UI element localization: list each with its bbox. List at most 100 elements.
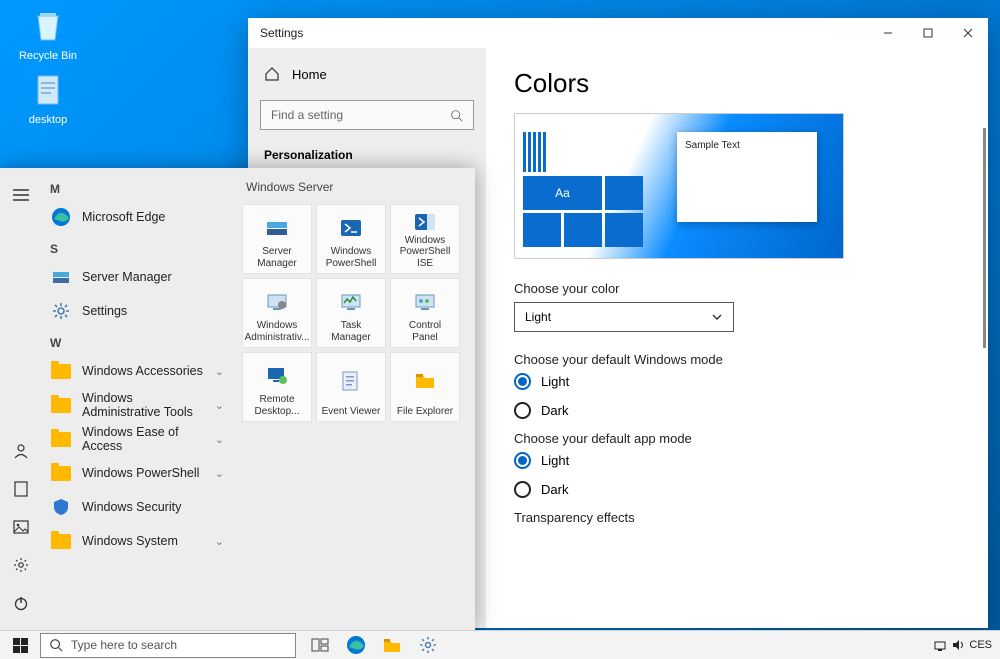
- sample-text: Sample Text: [685, 140, 740, 151]
- settings-content: Colors Aa Sample Text Choose your color …: [486, 48, 988, 628]
- gear-icon: [50, 300, 72, 322]
- start-rail: [0, 168, 42, 630]
- nav-home-label: Home: [292, 67, 327, 82]
- tile-label: Windows Administrativ...: [245, 320, 310, 343]
- start-app-list[interactable]: M Microsoft Edge S Server Manager Settin…: [42, 168, 232, 630]
- watermark-line2: Evaluation copy. Build 20298.fe: [833, 609, 986, 623]
- user-button[interactable]: [0, 432, 42, 470]
- hamburger-button[interactable]: [0, 176, 42, 214]
- color-preview: Aa Sample Text: [514, 113, 844, 259]
- letter-header[interactable]: S: [42, 234, 232, 260]
- windows-mode-label: Choose your default Windows mode: [514, 352, 960, 367]
- radio-label: Dark: [541, 482, 568, 497]
- windows-mode-light[interactable]: Light: [514, 373, 960, 390]
- chevron-down-icon: ⌄: [215, 365, 224, 378]
- close-button[interactable]: [948, 18, 988, 48]
- documents-button[interactable]: [0, 470, 42, 508]
- app-windows-ease[interactable]: Windows Ease of Access ⌄: [42, 422, 232, 456]
- window-title: Settings: [260, 26, 868, 40]
- radio-icon: [514, 481, 531, 498]
- tile-label: File Explorer: [397, 406, 453, 418]
- app-windows-system[interactable]: Windows System ⌄: [42, 524, 232, 558]
- settings-search[interactable]: Find a setting: [260, 100, 474, 130]
- tray-lang[interactable]: CES: [969, 639, 992, 651]
- app-windows-security[interactable]: Windows Security: [42, 490, 232, 524]
- app-label: Server Manager: [82, 270, 172, 284]
- home-icon: [264, 66, 280, 82]
- app-mode-light[interactable]: Light: [514, 452, 960, 469]
- maximize-button[interactable]: [908, 18, 948, 48]
- tile-label: Windows PowerShell: [321, 246, 381, 269]
- taskbar-settings[interactable]: [410, 631, 446, 659]
- taskbar-search[interactable]: Type here to search: [40, 633, 296, 658]
- minimize-button[interactable]: [868, 18, 908, 48]
- start-button[interactable]: [0, 631, 40, 659]
- app-microsoft-edge[interactable]: Microsoft Edge: [42, 200, 232, 234]
- tile-powershell-ise[interactable]: Windows PowerShell ISE: [390, 204, 460, 274]
- tile-label: Control Panel: [395, 320, 455, 343]
- app-windows-accessories[interactable]: Windows Accessories ⌄: [42, 354, 232, 388]
- watermark-line1: Windows S: [833, 594, 986, 608]
- app-server-manager[interactable]: Server Manager: [42, 260, 232, 294]
- folder-icon: [50, 394, 72, 416]
- color-select[interactable]: Light: [514, 302, 734, 332]
- app-windows-powershell[interactable]: Windows PowerShell ⌄: [42, 456, 232, 490]
- tile-event-viewer[interactable]: Event Viewer: [316, 352, 386, 422]
- file-explorer-icon: [412, 357, 438, 406]
- nav-home[interactable]: Home: [248, 58, 486, 90]
- tray-network-icon[interactable]: [933, 638, 947, 652]
- start-menu: M Microsoft Edge S Server Manager Settin…: [0, 168, 475, 630]
- tray-volume-icon[interactable]: [951, 638, 965, 652]
- pictures-button[interactable]: [0, 508, 42, 546]
- folder-icon: [50, 360, 72, 382]
- file-icon: [28, 70, 68, 110]
- tile-admin-tools[interactable]: Windows Administrativ...: [242, 278, 312, 348]
- desktop-icon-label: Recycle Bin: [19, 50, 77, 62]
- desktop-icon-recycle-bin[interactable]: Recycle Bin: [14, 6, 82, 62]
- choose-color-label: Choose your color: [514, 281, 960, 296]
- radio-label: Light: [541, 374, 569, 389]
- app-label: Windows Security: [82, 500, 181, 514]
- app-mode-dark[interactable]: Dark: [514, 481, 960, 498]
- tile-label: Event Viewer: [322, 406, 381, 418]
- taskbar-explorer[interactable]: [374, 631, 410, 659]
- task-view-button[interactable]: [302, 631, 338, 659]
- server-manager-icon: [264, 209, 290, 246]
- folder-icon: [50, 530, 72, 552]
- tile-remote-desktop[interactable]: Remote Desktop...: [242, 352, 312, 422]
- chevron-down-icon: ⌄: [215, 433, 224, 446]
- radio-label: Dark: [541, 403, 568, 418]
- tile-server-manager[interactable]: Server Manager: [242, 204, 312, 274]
- scrollbar[interactable]: [983, 128, 986, 348]
- tile-file-explorer[interactable]: File Explorer: [390, 352, 460, 422]
- remote-desktop-icon: [264, 357, 290, 394]
- tile-label: Remote Desktop...: [247, 394, 307, 417]
- search-icon: [49, 638, 63, 652]
- tile-task-manager[interactable]: Task Manager: [316, 278, 386, 348]
- search-icon: [450, 109, 463, 122]
- tile-powershell[interactable]: Windows PowerShell: [316, 204, 386, 274]
- event-viewer-icon: [338, 357, 364, 406]
- nav-category: Personalization: [248, 140, 486, 170]
- app-label: Windows PowerShell: [82, 466, 199, 480]
- power-button[interactable]: [0, 584, 42, 622]
- search-placeholder: Find a setting: [271, 108, 343, 122]
- taskbar: Type here to search CES: [0, 630, 1000, 659]
- settings-rail-button[interactable]: [0, 546, 42, 584]
- taskbar-tray: CES: [933, 638, 1000, 652]
- desktop-icon-file[interactable]: desktop: [14, 70, 82, 126]
- app-label: Windows Ease of Access: [82, 425, 205, 453]
- app-label: Microsoft Edge: [82, 210, 165, 224]
- control-panel-icon: [412, 283, 438, 320]
- server-manager-icon: [50, 266, 72, 288]
- letter-header[interactable]: W: [42, 328, 232, 354]
- app-label: Windows System: [82, 534, 178, 548]
- tile-control-panel[interactable]: Control Panel: [390, 278, 460, 348]
- windows-mode-dark[interactable]: Dark: [514, 402, 960, 419]
- app-windows-admin-tools[interactable]: Windows Administrative Tools ⌄: [42, 388, 232, 422]
- edge-icon: [50, 206, 72, 228]
- taskbar-edge[interactable]: [338, 631, 374, 659]
- app-settings[interactable]: Settings: [42, 294, 232, 328]
- letter-header[interactable]: M: [42, 174, 232, 200]
- chevron-down-icon: ⌄: [215, 399, 224, 412]
